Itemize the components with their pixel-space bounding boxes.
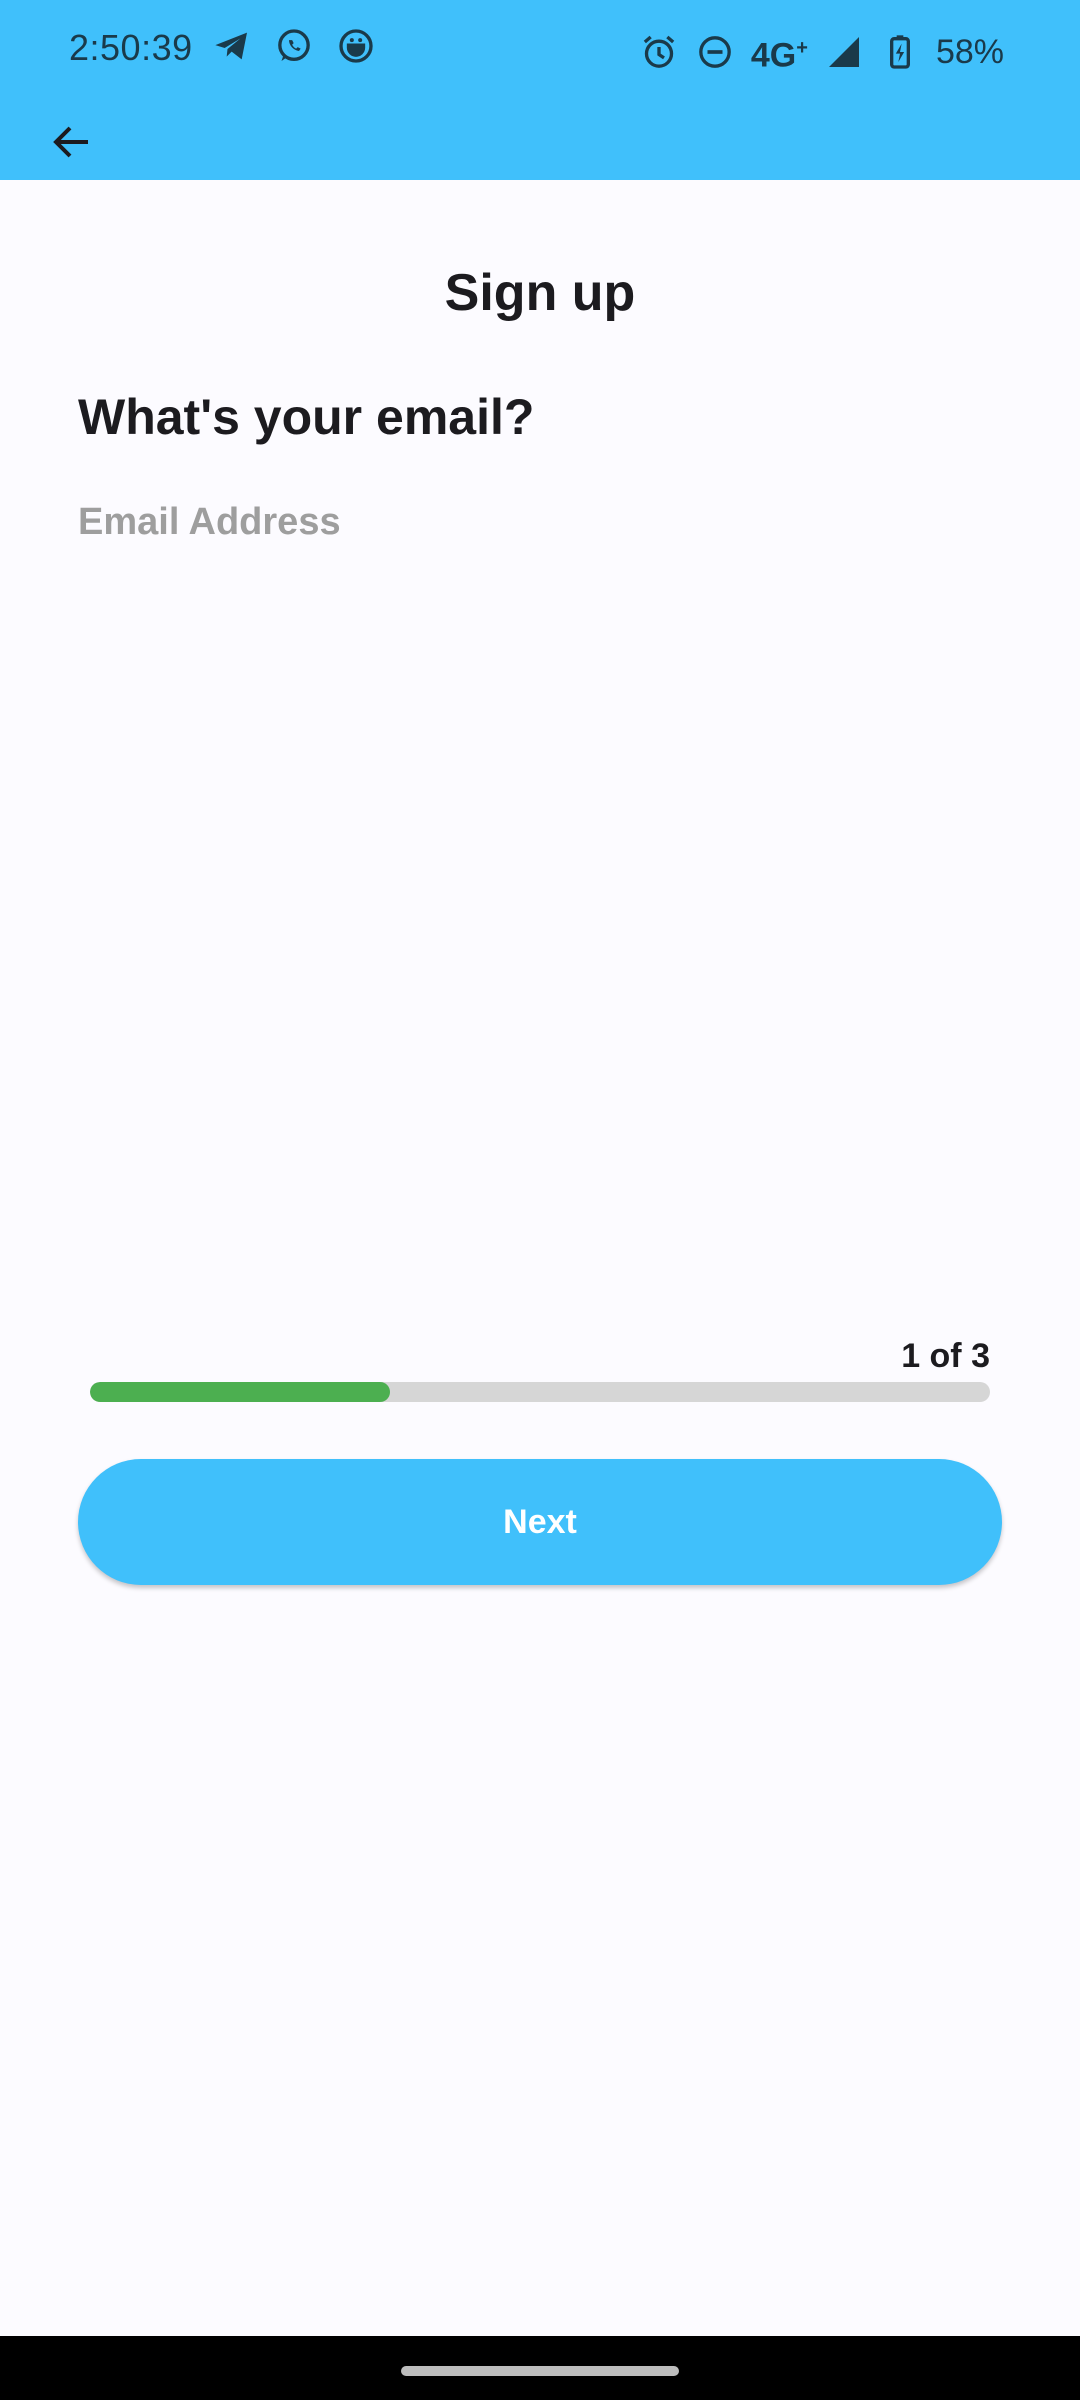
network-plus: + — [796, 37, 808, 59]
notification-icons — [212, 26, 376, 66]
telegram-icon — [212, 26, 252, 66]
email-field[interactable] — [78, 490, 1002, 554]
top-app-area: 2:50:39 4G+ 58% — [0, 0, 1080, 180]
system-navigation-bar — [0, 2336, 1080, 2400]
status-bar: 2:50:39 4G+ 58% — [0, 0, 1080, 96]
network-label: 4G — [750, 36, 797, 75]
next-button[interactable]: Next — [78, 1459, 1002, 1585]
progress-step-label: 1 of 3 — [901, 1337, 990, 1375]
progress-bar-fill — [90, 1382, 390, 1402]
app-notification-icon — [336, 26, 376, 66]
whatsapp-icon — [274, 26, 314, 66]
battery-percent: 58% — [935, 32, 1004, 71]
alarm-icon — [639, 32, 679, 72]
page-title: Sign up — [444, 264, 636, 322]
battery-charging-icon — [880, 32, 920, 72]
home-gesture-handle[interactable] — [401, 2366, 679, 2376]
network-type: 4G+ — [751, 24, 808, 79]
signup-screen: 2:50:39 4G+ 58% Sign up What's your emai… — [0, 0, 1080, 2400]
progress-bar — [90, 1382, 990, 1402]
system-status-icons: 4G+ 58% — [639, 24, 1004, 79]
status-time: 2:50:39 — [69, 27, 193, 68]
arrow-left-icon — [48, 118, 96, 171]
do-not-disturb-icon — [695, 32, 735, 72]
email-question-heading: What's your email? — [78, 389, 535, 445]
back-button[interactable] — [36, 108, 108, 180]
signal-icon — [824, 32, 864, 72]
